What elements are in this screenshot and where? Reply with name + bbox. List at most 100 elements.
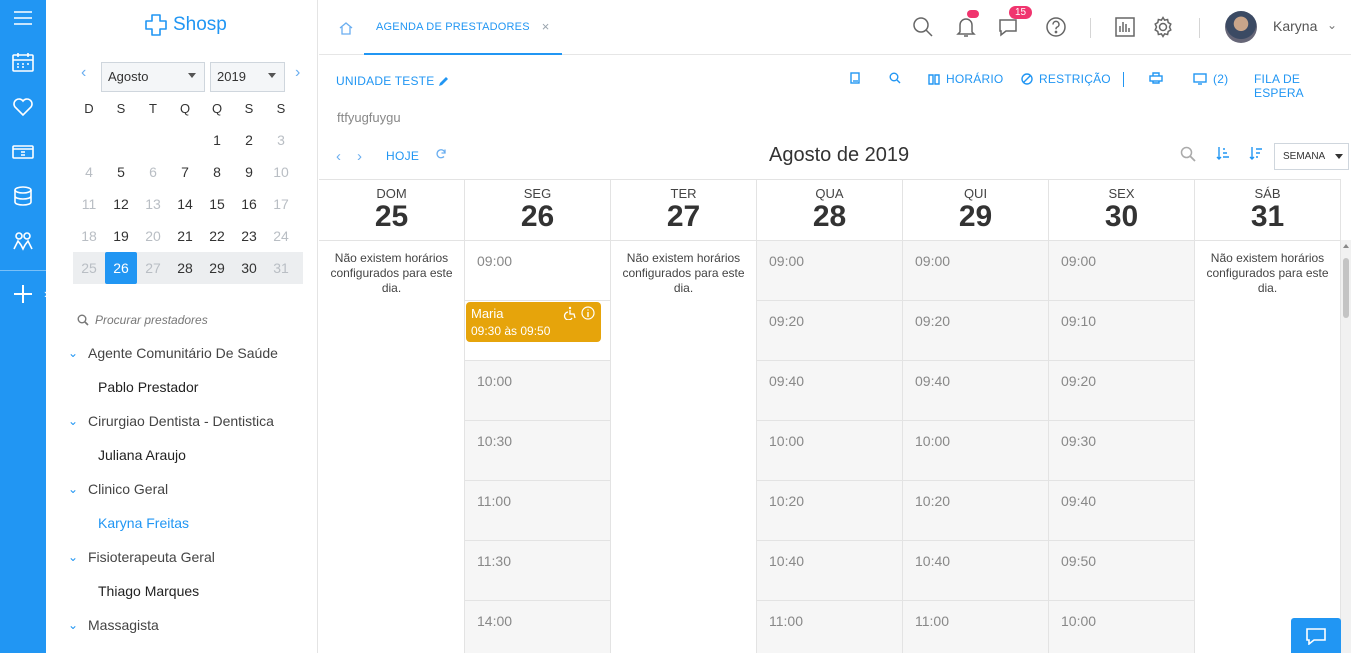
time-slot[interactable]: 10:40 [757,541,902,601]
info-icon[interactable] [581,306,595,320]
time-slot[interactable]: 09:50 [1049,541,1194,601]
time-slot[interactable]: 09:10 [1049,301,1194,361]
time-slot[interactable]: 09:00 [757,241,902,301]
next-month-button[interactable]: › [295,64,300,82]
sort-ascending-icon[interactable] [1216,146,1230,165]
next-week-button[interactable]: › [357,148,362,165]
tab-agenda-prestadores[interactable]: AGENDA DE PRESTADORES × [364,0,562,55]
mini-calendar-day[interactable]: 11 [73,188,105,220]
time-slot[interactable]: 10:40 [903,541,1048,601]
provider-item[interactable]: Pablo Prestador [66,370,316,404]
mini-calendar-day[interactable]: 31 [265,252,297,284]
provider-item[interactable]: Juliana Araujo [66,438,316,472]
time-slot[interactable]: 11:00 [465,481,610,541]
sort-descending-icon[interactable] [1249,146,1263,165]
mini-calendar-day[interactable]: 19 [105,220,137,252]
help-icon[interactable] [1043,14,1069,40]
mini-calendar-day[interactable]: 13 [137,188,169,220]
provider-item[interactable]: Thiago Marques [66,574,316,608]
mini-calendar-day[interactable]: 30 [233,252,265,284]
zoom-icon[interactable] [1180,146,1196,167]
time-slot[interactable]: 09:00 [903,241,1048,301]
mini-calendar-day[interactable]: 26 [105,252,137,284]
specialty-group[interactable]: ⌄ Cirurgiao Dentista - Dentistica [66,404,316,438]
home-icon[interactable] [339,22,353,40]
time-slot[interactable]: 09:40 [903,361,1048,421]
waitlist-button[interactable]: FILA DE ESPERA [1254,72,1351,100]
time-slot[interactable]: 09:20 [903,301,1048,361]
scroll-thumb[interactable] [1343,258,1349,318]
day-header[interactable]: SEG 26 [465,179,610,241]
restriction-button[interactable]: RESTRIÇÃO [1021,72,1111,86]
year-select[interactable]: 2019 [210,62,285,92]
prev-month-button[interactable]: ‹ [81,64,86,82]
mini-calendar-day[interactable]: 4 [73,156,105,188]
user-name[interactable]: Karyna [1273,18,1317,34]
chevron-down-icon[interactable]: ⌄ [66,346,80,360]
chevron-right-icon[interactable]: › [44,286,48,301]
today-button[interactable]: HOJE [386,149,419,163]
logo[interactable]: Shosp [143,12,227,38]
mini-calendar-day[interactable]: 28 [169,252,201,284]
day-header[interactable]: SEX 30 [1049,179,1194,241]
time-slot[interactable]: 10:20 [757,481,902,541]
prev-week-button[interactable]: ‹ [336,148,341,165]
day-header[interactable]: QUA 28 [757,179,902,241]
time-slot[interactable]: 09:30 [1049,421,1194,481]
day-header[interactable]: DOM 25 [319,179,464,241]
day-header[interactable]: TER 27 [611,179,756,241]
reports-icon[interactable] [1112,14,1138,40]
mini-calendar-day[interactable]: 16 [233,188,265,220]
menu-icon[interactable] [0,3,46,33]
mini-calendar-day[interactable]: 7 [169,156,201,188]
day-header[interactable]: QUI 29 [903,179,1048,241]
time-slot[interactable]: 14:00 [465,601,610,653]
mini-calendar-day[interactable]: 23 [233,220,265,252]
mini-calendar-day[interactable]: 24 [265,220,297,252]
book-icon[interactable] [850,72,860,84]
calendar-icon[interactable] [0,47,46,77]
scrollbar[interactable] [1341,240,1351,653]
specialty-group[interactable]: ⌄ Clinico Geral [66,472,316,506]
database-icon[interactable] [0,181,46,211]
gear-icon[interactable] [1150,14,1176,40]
provider-search[interactable]: Procurar prestadores [77,313,208,327]
chevron-down-icon[interactable]: ⌄ [66,414,80,428]
day-header[interactable]: SÁB 31 [1195,179,1340,241]
month-select[interactable]: Agosto [101,62,205,92]
avatar[interactable] [1225,11,1257,43]
mini-calendar-day[interactable]: 15 [201,188,233,220]
money-icon[interactable] [0,137,46,167]
mini-calendar-day[interactable]: 25 [73,252,105,284]
mini-calendar-day[interactable]: 10 [265,156,297,188]
time-slot[interactable]: 09:20 [1049,361,1194,421]
refresh-icon[interactable] [435,147,447,165]
heart-icon[interactable] [0,92,46,122]
print-icon[interactable] [1149,72,1163,84]
mini-calendar-day[interactable]: 6 [137,156,169,188]
time-slot[interactable]: 10:00 [903,421,1048,481]
provider-item[interactable]: Alex Sandro [66,642,316,653]
time-slot[interactable]: 11:00 [903,601,1048,653]
mini-calendar-day[interactable]: 29 [201,252,233,284]
mini-calendar-day[interactable]: 17 [265,188,297,220]
time-slot[interactable]: 10:00 [757,421,902,481]
time-slot[interactable]: 09:40 [1049,481,1194,541]
mini-calendar-day[interactable]: 5 [105,156,137,188]
mini-calendar-day[interactable]: 22 [201,220,233,252]
mini-calendar-day[interactable]: 3 [265,124,297,156]
mini-calendar-day[interactable]: 14 [169,188,201,220]
people-icon[interactable] [0,226,46,256]
time-slot[interactable]: 10:20 [903,481,1048,541]
chevron-down-icon[interactable]: ⌄ [66,618,80,632]
mini-calendar-day[interactable]: 2 [233,124,265,156]
chat-icon[interactable]: 15 [995,6,1033,40]
mini-calendar-day[interactable]: 8 [201,156,233,188]
tab-close-icon[interactable]: × [542,19,550,34]
specialty-group[interactable]: ⌄ Agente Comunitário De Saúde [66,336,316,370]
mini-calendar-day[interactable]: 1 [201,124,233,156]
time-slot[interactable]: 09:20 [757,301,902,361]
provider-item[interactable]: Karyna Freitas [66,506,316,540]
plus-icon[interactable] [0,279,46,309]
mini-calendar-day[interactable]: 18 [73,220,105,252]
